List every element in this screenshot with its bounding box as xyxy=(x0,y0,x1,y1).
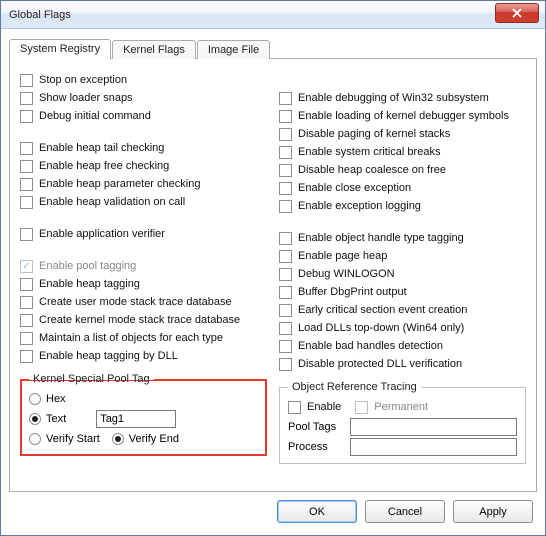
chk-label: Enable object handle type tagging xyxy=(298,232,464,244)
dialog-buttons: OK Cancel Apply xyxy=(9,492,537,527)
titlebar: Global Flags xyxy=(1,1,545,29)
chk-label: Debug WINLOGON xyxy=(298,268,395,280)
chk-disable-paging-of-kernel-stacks[interactable]: Disable paging of kernel stacks xyxy=(279,125,526,143)
client-area: System Registry Kernel Flags Image File … xyxy=(1,29,545,535)
radio-label: Text xyxy=(46,413,66,425)
chk-label: Create kernel mode stack trace database xyxy=(39,314,240,326)
process-input[interactable] xyxy=(350,438,517,456)
chk-enable-exception-logging[interactable]: Enable exception logging xyxy=(279,197,526,215)
chk-enable-heap-tagging-by-dll[interactable]: Enable heap tagging by DLL xyxy=(20,347,267,365)
radio-label: Verify End xyxy=(129,433,179,445)
ok-button[interactable]: OK xyxy=(277,500,357,523)
radio-label: Verify Start xyxy=(46,433,100,445)
chk-enable-heap-parameter-checking[interactable]: Enable heap parameter checking xyxy=(20,175,267,193)
chk-label: Enable loading of kernel debugger symbol… xyxy=(298,110,509,122)
chk-disable-heap-coalesce-on-free[interactable]: Disable heap coalesce on free xyxy=(279,161,526,179)
chk-early-critical-section-event-creation[interactable]: Early critical section event creation xyxy=(279,301,526,319)
pool-tags-label: Pool Tags xyxy=(288,421,350,433)
chk-enable-debugging-of-win32-subsystem[interactable]: Enable debugging of Win32 subsystem xyxy=(279,89,526,107)
chk-label: Enable heap validation on call xyxy=(39,196,185,208)
options-columns: Stop on exception Show loader snaps Debu… xyxy=(20,71,526,481)
chk-create-user-mode-stack-trace-database[interactable]: Create user mode stack trace database xyxy=(20,293,267,311)
tag-input[interactable] xyxy=(96,410,176,428)
chk-label: Early critical section event creation xyxy=(298,304,467,316)
chk-label: Disable heap coalesce on free xyxy=(298,164,446,176)
chk-label: Enable application verifier xyxy=(39,228,165,240)
process-label: Process xyxy=(288,441,350,453)
chk-label: Enable exception logging xyxy=(298,200,421,212)
chk-enable-heap-tagging[interactable]: Enable heap tagging xyxy=(20,275,267,293)
chk-label: Buffer DbgPrint output xyxy=(298,286,407,298)
chk-enable-page-heap[interactable]: Enable page heap xyxy=(279,247,526,265)
chk-label: Enable debugging of Win32 subsystem xyxy=(298,92,489,104)
chk-maintain-a-list-of-objects-for-each-type[interactable]: Maintain a list of objects for each type xyxy=(20,329,267,347)
close-button[interactable] xyxy=(495,3,539,23)
chk-label: Enable heap parameter checking xyxy=(39,178,200,190)
chk-enable-close-exception[interactable]: Enable close exception xyxy=(279,179,526,197)
radio-hex[interactable]: Hex xyxy=(29,390,66,408)
chk-label: Debug initial command xyxy=(39,110,151,122)
chk-enable-heap-tail-checking[interactable]: Enable heap tail checking xyxy=(20,139,267,157)
chk-create-kernel-mode-stack-trace-database[interactable]: Create kernel mode stack trace database xyxy=(20,311,267,329)
chk-label: Enable close exception xyxy=(298,182,411,194)
tab-image-file[interactable]: Image File xyxy=(197,40,270,59)
chk-debug-winlogon[interactable]: Debug WINLOGON xyxy=(279,265,526,283)
group-kernel-special-pool-tag: Kernel Special Pool Tag Hex Text Verify … xyxy=(20,373,267,456)
chk-enable-object-handle-type-tagging[interactable]: Enable object handle type tagging xyxy=(279,229,526,247)
chk-ort-enable[interactable]: Enable xyxy=(288,398,341,416)
radio-label: Hex xyxy=(46,393,66,405)
chk-label: Enable pool tagging xyxy=(39,260,136,272)
chk-enable-pool-tagging: ✓Enable pool tagging xyxy=(20,257,267,275)
chk-label: Enable system critical breaks xyxy=(298,146,440,158)
chk-label: Enable page heap xyxy=(298,250,387,262)
radio-verify-end[interactable]: Verify End xyxy=(112,430,179,448)
radio-text[interactable]: Text xyxy=(29,410,66,428)
tab-system-registry[interactable]: System Registry xyxy=(9,39,111,59)
chk-label: Load DLLs top-down (Win64 only) xyxy=(298,322,464,334)
radio-verify-start[interactable]: Verify Start xyxy=(29,430,100,448)
chk-enable-bad-handles-detection[interactable]: Enable bad handles detection xyxy=(279,337,526,355)
chk-ort-permanent: Permanent xyxy=(355,398,428,416)
chk-show-loader-snaps[interactable]: Show loader snaps xyxy=(20,89,267,107)
chk-label: Disable protected DLL verification xyxy=(298,358,462,370)
group-legend: Object Reference Tracing xyxy=(288,381,421,393)
tabstrip: System Registry Kernel Flags Image File xyxy=(9,37,537,59)
chk-buffer-dbgprint-output[interactable]: Buffer DbgPrint output xyxy=(279,283,526,301)
chk-stop-on-exception[interactable]: Stop on exception xyxy=(20,71,267,89)
chk-label: Disable paging of kernel stacks xyxy=(298,128,450,140)
cancel-button[interactable]: Cancel xyxy=(365,500,445,523)
chk-enable-application-verifier[interactable]: Enable application verifier xyxy=(20,225,267,243)
chk-label: Enable heap tagging xyxy=(39,278,140,290)
chk-label: Stop on exception xyxy=(39,74,127,86)
chk-enable-loading-of-kernel-debugger-symbols[interactable]: Enable loading of kernel debugger symbol… xyxy=(279,107,526,125)
chk-label: Show loader snaps xyxy=(39,92,133,104)
options-left-column: Stop on exception Show loader snaps Debu… xyxy=(20,71,267,481)
chk-label: Create user mode stack trace database xyxy=(39,296,232,308)
chk-label: Enable heap free checking xyxy=(39,160,169,172)
chk-disable-protected-dll-verification[interactable]: Disable protected DLL verification xyxy=(279,355,526,373)
group-legend: Kernel Special Pool Tag xyxy=(29,373,154,385)
chk-label: Permanent xyxy=(374,401,428,413)
chk-label: Enable xyxy=(307,401,341,413)
chk-load-dlls-top-down[interactable]: Load DLLs top-down (Win64 only) xyxy=(279,319,526,337)
tabpage-system-registry: Stop on exception Show loader snaps Debu… xyxy=(9,59,537,492)
chk-enable-system-critical-breaks[interactable]: Enable system critical breaks xyxy=(279,143,526,161)
chk-label: Maintain a list of objects for each type xyxy=(39,332,223,344)
chk-label: Enable bad handles detection xyxy=(298,340,443,352)
chk-enable-heap-free-checking[interactable]: Enable heap free checking xyxy=(20,157,267,175)
window-title: Global Flags xyxy=(9,9,71,21)
close-icon xyxy=(512,8,522,18)
options-right-column: Enable debugging of Win32 subsystem Enab… xyxy=(279,71,526,481)
chk-debug-initial-command[interactable]: Debug initial command xyxy=(20,107,267,125)
chk-enable-heap-validation-on-call[interactable]: Enable heap validation on call xyxy=(20,193,267,211)
tab-kernel-flags[interactable]: Kernel Flags xyxy=(112,40,196,59)
pool-tags-input[interactable] xyxy=(350,418,517,436)
apply-button[interactable]: Apply xyxy=(453,500,533,523)
chk-label: Enable heap tagging by DLL xyxy=(39,350,178,362)
chk-label: Enable heap tail checking xyxy=(39,142,164,154)
group-object-reference-tracing: Object Reference Tracing Enable Permanen… xyxy=(279,381,526,464)
